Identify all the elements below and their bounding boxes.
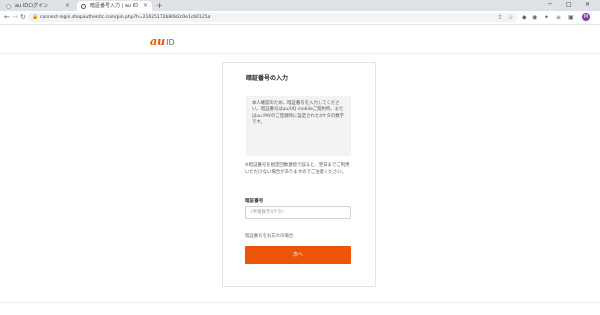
pin-input[interactable] — [245, 206, 351, 219]
lock-icon: 🔒 — [32, 14, 39, 20]
next-button[interactable]: 次へ — [245, 246, 351, 264]
pin-form-card: 暗証番号の入力 本人確認のため、暗証番号を入力してください。暗証番号はau/UQ… — [222, 62, 376, 287]
pin-label: 暗証番号 — [245, 199, 264, 204]
reading-list-icon[interactable]: ≡ — [556, 13, 561, 22]
au-id-logo: auID — [150, 36, 175, 49]
logo-id-text: ID — [166, 38, 175, 47]
tab-close-icon[interactable]: × — [143, 1, 148, 11]
address-bar[interactable]: 🔒 connect-login.shopauthentic.com/pin.ph… — [28, 13, 518, 22]
reload-button[interactable]: ↻ — [20, 13, 26, 22]
tab-au-id-login[interactable]: au IDログイン × — [2, 1, 74, 11]
back-button[interactable]: ← — [4, 13, 10, 22]
info-box: 本人確認のため、暗証番号を入力してください。暗証番号はau/UQ mobileご… — [246, 96, 351, 156]
au-favicon-icon — [6, 3, 11, 9]
url-text[interactable]: connect-login.shopauthentic.com/pin.php?… — [40, 13, 210, 22]
browser-tab-bar: au IDログイン × 暗証番号入力 | au ID × + ─ □ ✕ — [0, 0, 600, 11]
extension-icon[interactable]: ◉ — [532, 13, 537, 22]
notice-text: ※暗証番号を規定回数連続で誤ると、翌日までご利用いただけない場合がありますのでご… — [245, 163, 350, 175]
site-header — [0, 25, 600, 54]
window-close-button[interactable]: ✕ — [585, 0, 590, 10]
page-title: 暗証番号の入力 — [246, 75, 289, 82]
extensions-puzzle-icon[interactable]: ✦ — [544, 13, 549, 22]
globe-favicon-icon — [81, 3, 86, 9]
extension-icon[interactable]: ◆ — [522, 13, 527, 22]
share-icon[interactable]: ⇪ — [498, 13, 503, 22]
bookmark-star-icon[interactable]: ☆ — [508, 13, 513, 22]
tab-title: 暗証番号入力 | au ID — [90, 3, 139, 9]
tab-close-icon[interactable]: × — [65, 1, 70, 11]
new-tab-button[interactable]: + — [156, 0, 163, 11]
info-text: 本人確認のため、暗証番号を入力してください。暗証番号はau/UQ mobileご… — [252, 101, 345, 126]
forgot-pin-link[interactable]: 暗証番号をお忘れの場合 — [245, 233, 293, 239]
browser-toolbar: ← → ↻ 🔒 connect-login.shopauthentic.com/… — [0, 11, 600, 25]
profile-avatar[interactable]: M — [582, 13, 590, 21]
footer-divider — [0, 302, 600, 303]
tab-title: au IDログイン — [15, 3, 49, 9]
tab-pin-entry[interactable]: 暗証番号入力 | au ID × — [77, 1, 152, 11]
logo-au-text: au — [150, 35, 166, 48]
maximize-button[interactable]: □ — [566, 0, 572, 10]
forward-button[interactable]: → — [12, 13, 18, 22]
side-panel-icon[interactable]: ▣ — [568, 13, 574, 22]
minimize-button[interactable]: ─ — [548, 0, 552, 10]
